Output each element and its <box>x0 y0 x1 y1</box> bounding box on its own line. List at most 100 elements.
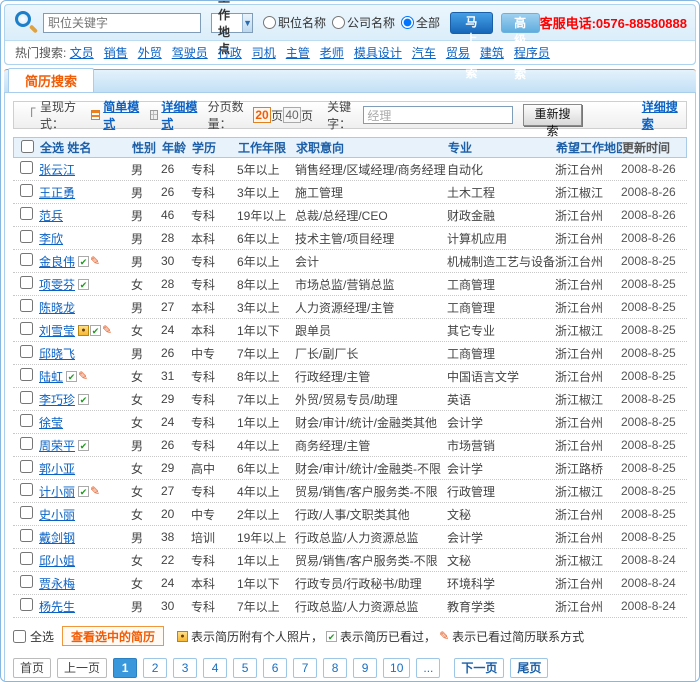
page-button-4[interactable]: 4 <box>203 658 227 678</box>
major-cell: 教育学类 <box>447 598 555 615</box>
keyword-input[interactable] <box>363 106 513 124</box>
row-checkbox[interactable] <box>20 299 33 312</box>
candidate-name-link[interactable]: 张云江 <box>39 161 75 178</box>
simple-mode-link[interactable]: 简单模式 <box>103 98 139 132</box>
row-checkbox[interactable] <box>20 598 33 611</box>
row-checkbox[interactable] <box>20 529 33 542</box>
hot-search-link[interactable]: 司机 <box>252 46 276 60</box>
hot-search-link[interactable]: 建筑 <box>480 46 504 60</box>
page-button-7[interactable]: 7 <box>293 658 317 678</box>
education-cell: 专科 <box>191 391 237 408</box>
hot-search-link[interactable]: 程序员 <box>514 46 550 60</box>
hot-search-link[interactable]: 行政 <box>218 46 242 60</box>
row-checkbox[interactable] <box>20 483 33 496</box>
candidate-name-link[interactable]: 贾永梅 <box>39 575 75 592</box>
page-button-6[interactable]: 6 <box>263 658 287 678</box>
page-button-9[interactable]: 9 <box>353 658 377 678</box>
scope-radio-职位名称[interactable]: 职位名称 <box>263 14 326 31</box>
hot-search-link[interactable]: 销售 <box>104 46 128 60</box>
candidate-name-link[interactable]: 王正勇 <box>39 184 75 201</box>
candidate-name-link[interactable]: 郭小亚 <box>39 460 75 477</box>
hot-search-link[interactable]: 老师 <box>320 46 344 60</box>
gender-cell: 男 <box>131 345 161 362</box>
next-page-button[interactable]: 下一页 <box>454 658 504 678</box>
result-toolbar: 「 呈现方式： 简单模式 详细模式 分页数量： 20页40页 关键字： 重新搜索… <box>13 101 687 129</box>
first-page-button[interactable]: 首页 <box>13 658 51 678</box>
advanced-search-button[interactable]: 高级搜索 <box>501 13 540 33</box>
select-all-checkbox-header[interactable] <box>21 140 34 153</box>
scope-radio-公司名称[interactable]: 公司名称 <box>332 14 395 31</box>
row-checkbox[interactable] <box>20 322 33 335</box>
candidate-name-link[interactable]: 项雯芬 <box>39 276 75 293</box>
candidate-name-link[interactable]: 邱小姐 <box>39 552 75 569</box>
hot-search-link[interactable]: 模具设计 <box>354 46 402 60</box>
gender-cell: 男 <box>131 230 161 247</box>
candidate-name-link[interactable]: 周荣平 <box>39 437 75 454</box>
row-checkbox[interactable] <box>20 506 33 519</box>
detail-search-link[interactable]: 详细搜索 <box>642 98 678 132</box>
job-keyword-input[interactable] <box>43 13 201 33</box>
gender-cell: 男 <box>131 598 161 615</box>
row-checkbox[interactable] <box>20 575 33 588</box>
search-now-button[interactable]: 马上搜索 <box>450 12 493 34</box>
select-all-checkbox-footer[interactable] <box>13 630 26 643</box>
row-checkbox[interactable] <box>20 460 33 473</box>
page-size-40-button[interactable]: 40 <box>283 107 301 123</box>
row-checkbox[interactable] <box>20 414 33 427</box>
candidate-name-link[interactable]: 陆虹 <box>39 368 63 385</box>
candidate-name-link[interactable]: 李巧珍 <box>39 391 75 408</box>
row-checkbox[interactable] <box>20 552 33 565</box>
radio-input[interactable] <box>263 16 276 29</box>
row-checkbox[interactable] <box>20 207 33 220</box>
major-cell: 财政金融 <box>447 207 555 224</box>
page-button-1[interactable]: 1 <box>113 658 137 678</box>
radio-input[interactable] <box>401 16 414 29</box>
ellipsis-button[interactable]: ... <box>416 658 440 678</box>
last-page-button[interactable]: 尾页 <box>510 658 548 678</box>
candidate-name-link[interactable]: 陈晓龙 <box>39 299 75 316</box>
hot-search-link[interactable]: 外贸 <box>138 46 162 60</box>
table-row: 邱晓飞男26中专7年以上厂长/副厂长工商管理浙江台州2008-8-25 <box>13 342 687 365</box>
hot-search-link[interactable]: 文员 <box>70 46 94 60</box>
hot-search-link[interactable]: 主管 <box>286 46 310 60</box>
candidate-name-link[interactable]: 邱晓飞 <box>39 345 75 362</box>
hot-search-link[interactable]: 驾驶员 <box>172 46 208 60</box>
candidate-name-link[interactable]: 刘雪莹 <box>39 322 75 339</box>
prev-page-button[interactable]: 上一页 <box>57 658 107 678</box>
page-button-2[interactable]: 2 <box>143 658 167 678</box>
candidate-name-link[interactable]: 徐莹 <box>39 414 63 431</box>
research-button[interactable]: 重新搜索 <box>523 104 581 126</box>
candidate-name-link[interactable]: 史小丽 <box>39 506 75 523</box>
candidate-name-link[interactable]: 计小丽 <box>39 483 75 500</box>
candidate-name-link[interactable]: 范兵 <box>39 207 63 224</box>
page-button-3[interactable]: 3 <box>173 658 197 678</box>
candidate-name-link[interactable]: 金良伟 <box>39 253 75 270</box>
candidate-name-link[interactable]: 杨先生 <box>39 598 75 615</box>
row-checkbox[interactable] <box>20 368 33 381</box>
hot-search-link[interactable]: 贸易 <box>446 46 470 60</box>
hot-search-link[interactable]: 汽车 <box>412 46 436 60</box>
tab-resume-search[interactable]: 简历搜索 <box>8 68 94 92</box>
row-checkbox[interactable] <box>20 253 33 266</box>
row-checkbox[interactable] <box>20 230 33 243</box>
page-button-5[interactable]: 5 <box>233 658 257 678</box>
scope-radio-全部[interactable]: 全部 <box>401 14 440 31</box>
age-cell: 26 <box>161 438 191 452</box>
row-checkbox[interactable] <box>20 184 33 197</box>
row-checkbox[interactable] <box>20 437 33 450</box>
row-checkbox[interactable] <box>20 391 33 404</box>
row-checkbox[interactable] <box>20 345 33 358</box>
location-select[interactable]: 工作地点 ▼ <box>211 13 253 33</box>
detail-mode-link[interactable]: 详细模式 <box>161 98 197 132</box>
candidate-name-link[interactable]: 李欣 <box>39 230 63 247</box>
page-size-20-button[interactable]: 20 <box>253 107 271 123</box>
table-row: 陈晓龙男27本科3年以上人力资源经理/主管工商管理浙江台州2008-8-25 <box>13 296 687 319</box>
page-button-8[interactable]: 8 <box>323 658 347 678</box>
row-checkbox[interactable] <box>20 276 33 289</box>
row-checkbox[interactable] <box>20 161 33 174</box>
view-selected-button[interactable]: 查看选中的简历 <box>62 626 164 646</box>
candidate-name-link[interactable]: 戴剑钢 <box>39 529 75 546</box>
radio-input[interactable] <box>332 16 345 29</box>
page-button-10[interactable]: 10 <box>383 658 410 678</box>
top-search-box: 工作地点 ▼ 职位名称公司名称全部 马上搜索 高级搜索 客服电话:0576-88… <box>4 4 696 65</box>
